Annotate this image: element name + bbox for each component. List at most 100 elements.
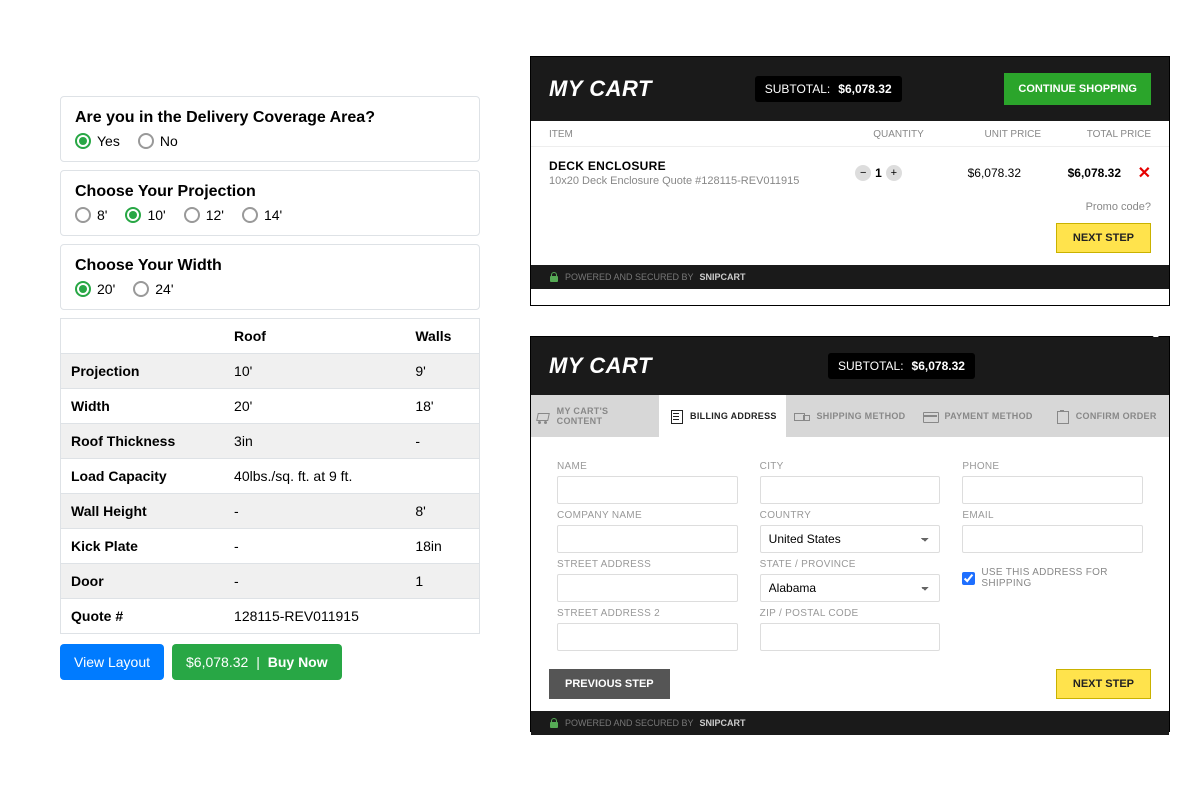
radio-label: Yes	[97, 133, 120, 149]
step-shipping-method[interactable]: SHIPPING METHOD	[786, 395, 914, 437]
radio-dot-icon	[125, 207, 141, 223]
lock-icon	[549, 272, 559, 282]
projection-radio-10[interactable]: 10'	[125, 207, 165, 223]
name-input[interactable]	[557, 476, 738, 504]
table-row: Door-1	[61, 564, 480, 599]
projection-options: 8' 10' 12' 14'	[75, 207, 465, 223]
use-for-shipping-checkbox[interactable]	[962, 572, 975, 585]
col-total-price: TOTAL PRICE	[1041, 129, 1151, 140]
projection-title: Choose Your Projection	[75, 183, 465, 201]
step-label: MY CART'S CONTENT	[557, 406, 655, 426]
cart-column-headers: ITEM QUANTITY UNIT PRICE TOTAL PRICE	[531, 121, 1169, 147]
radio-dot-icon	[75, 281, 91, 297]
product-name: DECK ENCLOSURE	[549, 159, 836, 173]
product-info: DECK ENCLOSURE 10x20 Deck Enclosure Quot…	[549, 159, 836, 187]
cart-icon	[535, 410, 551, 422]
use-for-shipping-label: USE THIS ADDRESS FOR SHIPPING	[981, 567, 1143, 589]
delivery-radio-no[interactable]: No	[138, 133, 178, 149]
cart-panel-billing: ✕ MY CART SUBTOTAL: $6,078.32 MY CART'S …	[530, 336, 1170, 732]
delivery-radio-yes[interactable]: Yes	[75, 133, 120, 149]
footer-brand: SNIPCART	[700, 272, 746, 282]
subtotal-badge: SUBTOTAL: $6,078.32	[755, 76, 902, 102]
step-payment-method[interactable]: PAYMENT METHOD	[914, 395, 1042, 437]
form-col-1: NAME COMPANY NAME STREET ADDRESS STREET …	[557, 455, 738, 651]
width-card: Choose Your Width 20' 24'	[60, 244, 480, 310]
subtotal-value: $6,078.32	[912, 359, 965, 373]
subtotal-badge: SUBTOTAL: $6,078.32	[828, 353, 975, 379]
projection-radio-14[interactable]: 14'	[242, 207, 282, 223]
buy-divider: |	[256, 654, 260, 670]
qty-value: 1	[875, 166, 882, 180]
zip-input[interactable]	[760, 623, 941, 651]
width-title: Choose Your Width	[75, 257, 465, 275]
table-row: Load Capacity 40lbs./sq. ft. at 9 ft.	[61, 459, 480, 494]
step-cart-content[interactable]: MY CART'S CONTENT	[531, 395, 659, 437]
state-select[interactable]: Alabama	[760, 574, 941, 602]
subtotal-label: SUBTOTAL:	[838, 359, 904, 373]
subtotal-value: $6,078.32	[838, 82, 891, 96]
street1-input[interactable]	[557, 574, 738, 602]
form-col-3: PHONE EMAIL USE THIS ADDRESS FOR SHIPPIN…	[962, 455, 1143, 651]
previous-step-button[interactable]: PREVIOUS STEP	[549, 669, 670, 699]
table-row: Projection10'9'	[61, 354, 480, 389]
continue-shopping-button[interactable]: CONTINUE SHOPPING	[1004, 73, 1151, 105]
next-step-button[interactable]: NEXT STEP	[1056, 223, 1151, 253]
qty-increment-button[interactable]: +	[886, 165, 902, 181]
radio-label: 24'	[155, 281, 173, 297]
step-billing-address[interactable]: BILLING ADDRESS	[659, 395, 787, 437]
radio-label: No	[160, 133, 178, 149]
form-col-2: CITY COUNTRY United States STATE / PROVI…	[760, 455, 941, 651]
spec-header-walls: Walls	[405, 319, 479, 354]
cart-title: MY CART	[549, 76, 652, 102]
projection-radio-8[interactable]: 8'	[75, 207, 107, 223]
radio-label: 12'	[206, 207, 224, 223]
street2-label: STREET ADDRESS 2	[557, 608, 738, 619]
col-unit-price: UNIT PRICE	[941, 129, 1041, 140]
phone-input[interactable]	[962, 476, 1143, 504]
total-price: $6,078.32	[1021, 166, 1121, 180]
next-step-row: NEXT STEP	[531, 213, 1169, 265]
company-input[interactable]	[557, 525, 738, 553]
col-qty: QUANTITY	[856, 129, 941, 140]
phone-label: PHONE	[962, 461, 1143, 472]
country-label: COUNTRY	[760, 510, 941, 521]
radio-dot-icon	[133, 281, 149, 297]
remove-item-button[interactable]: ✕	[1121, 163, 1151, 183]
country-select[interactable]: United States	[760, 525, 941, 553]
nav-row: PREVIOUS STEP NEXT STEP	[531, 655, 1169, 711]
city-input[interactable]	[760, 476, 941, 504]
width-radio-20[interactable]: 20'	[75, 281, 115, 297]
receipt-icon	[668, 410, 684, 422]
table-row: Kick Plate-18in	[61, 529, 480, 564]
step-label: CONFIRM ORDER	[1076, 411, 1157, 421]
step-confirm-order[interactable]: CONFIRM ORDER	[1041, 395, 1169, 437]
qty-decrement-button[interactable]: −	[855, 165, 871, 181]
quantity-control: − 1 +	[836, 165, 921, 181]
projection-radio-12[interactable]: 12'	[184, 207, 224, 223]
next-step-button[interactable]: NEXT STEP	[1056, 669, 1151, 699]
table-row: Roof Thickness3in-	[61, 424, 480, 459]
buy-now-button[interactable]: $6,078.32 | Buy Now	[172, 644, 342, 680]
email-input[interactable]	[962, 525, 1143, 553]
truck-icon	[794, 410, 810, 422]
street2-input[interactable]	[557, 623, 738, 651]
radio-label: 10'	[147, 207, 165, 223]
width-radio-24[interactable]: 24'	[133, 281, 173, 297]
step-label: PAYMENT METHOD	[944, 411, 1032, 421]
name-label: NAME	[557, 461, 738, 472]
promo-code-link[interactable]: Promo code?	[531, 195, 1169, 213]
col-item: ITEM	[549, 129, 856, 140]
use-for-shipping-row: USE THIS ADDRESS FOR SHIPPING	[962, 567, 1143, 589]
view-layout-button[interactable]: View Layout	[60, 644, 164, 680]
radio-label: 14'	[264, 207, 282, 223]
product-description: 10x20 Deck Enclosure Quote #128115-REV01…	[549, 175, 836, 187]
cart-title: MY CART	[549, 353, 652, 379]
buy-price: $6,078.32	[186, 654, 248, 670]
footer-prefix: POWERED AND SECURED BY	[565, 272, 694, 282]
billing-form: NAME COMPANY NAME STREET ADDRESS STREET …	[531, 437, 1169, 655]
radio-label: 8'	[97, 207, 107, 223]
cart-header: MY CART SUBTOTAL: $6,078.32	[531, 337, 1169, 395]
action-buttons: View Layout $6,078.32 | Buy Now	[60, 644, 480, 680]
delivery-title: Are you in the Delivery Coverage Area?	[75, 109, 465, 127]
table-row: Quote #128115-REV011915	[61, 599, 480, 634]
